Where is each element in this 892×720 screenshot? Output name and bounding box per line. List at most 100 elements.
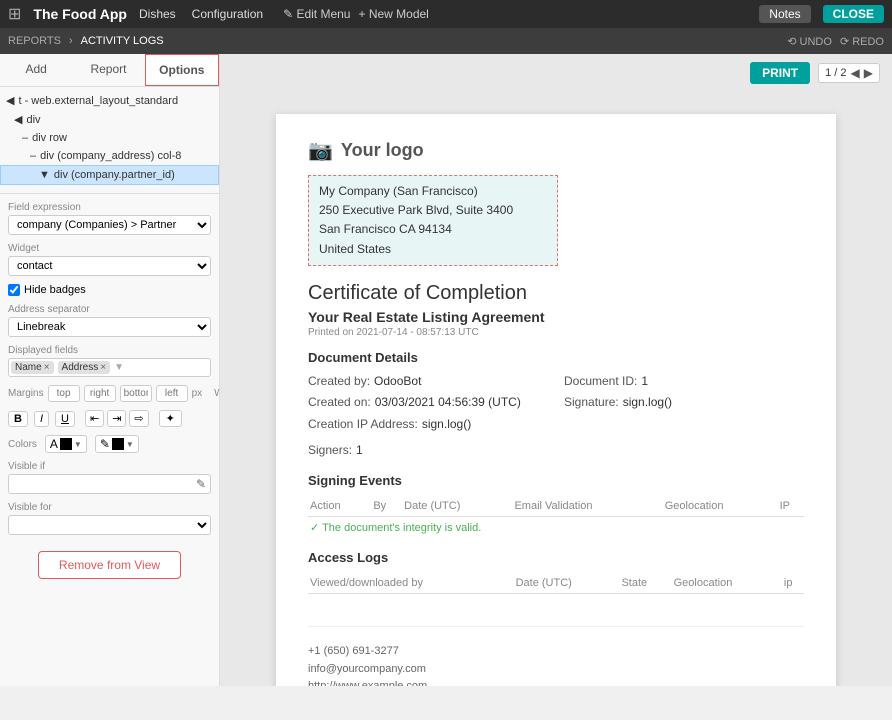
footer-phone: +1 (650) 691-3277 <box>308 643 804 661</box>
breadcrumb: REPORTS › ACTIVITY LOGS <box>8 35 164 47</box>
margin-right[interactable] <box>84 385 116 402</box>
nav-configuration[interactable]: Configuration <box>192 7 263 21</box>
address-separator-row: Address separator Linebreak <box>0 300 219 341</box>
footer-website: http://www.example.com <box>308 678 804 686</box>
align-right-btn[interactable]: ⇨ <box>129 410 148 427</box>
tree-structure: ◀ t - web.external_layout_standard ◀ div… <box>0 87 219 189</box>
remove-from-view-button[interactable]: Remove from View <box>38 551 181 579</box>
displayed-fields-label: Displayed fields <box>8 345 211 356</box>
tree-item-2[interactable]: – div row <box>0 129 219 147</box>
signing-events-title: Signing Events <box>308 473 804 488</box>
hide-badges-checkbox[interactable] <box>8 284 20 296</box>
signers: Signers: 1 <box>308 440 804 462</box>
signature: Signature: sign.log() <box>564 392 804 414</box>
breadcrumb-reports[interactable]: REPORTS <box>8 35 61 47</box>
prev-page-btn[interactable]: ◀ <box>851 66 860 80</box>
edit-icon[interactable]: ✎ <box>196 477 206 491</box>
col-viewed-by: Viewed/downloaded by <box>308 573 514 594</box>
top-right-controls: PRINT 1 / 2 ◀ ▶ <box>750 62 880 84</box>
page-info: 1 / 2 <box>825 67 846 79</box>
access-logs-table: Viewed/downloaded by Date (UTC) State Ge… <box>308 573 804 594</box>
add-field-btn[interactable]: ▼ <box>114 362 124 373</box>
text-color-btn[interactable]: A ▼ <box>45 435 87 453</box>
next-page-btn[interactable]: ▶ <box>864 66 873 80</box>
col-geolocation: Geolocation <box>672 573 782 594</box>
tree-item-1[interactable]: ◀ div <box>0 110 219 129</box>
notes-button[interactable]: Notes <box>759 5 810 23</box>
address-box[interactable]: My Company (San Francisco) 250 Executive… <box>308 175 558 266</box>
align-left-btn[interactable]: ⇤ <box>85 410 104 427</box>
visible-for-select[interactable] <box>8 515 211 535</box>
undo-btn[interactable]: ⟲ UNDO <box>787 35 832 48</box>
signature-label: Signature: <box>564 392 619 414</box>
text-decoration-row: B I U ⇤ ⇥ ⇨ ✦ <box>0 406 219 431</box>
tree-arrow: ◀ <box>6 94 14 107</box>
doc-id-value: 1 <box>641 371 648 393</box>
tag-name-remove[interactable]: × <box>44 362 50 373</box>
document-subtitle: Your Real Estate Listing Agreement <box>308 309 804 325</box>
margin-bottom[interactable] <box>120 385 152 402</box>
access-table-header-row: Viewed/downloaded by Date (UTC) State Ge… <box>308 573 804 594</box>
document-details: Created by: OdooBot Document ID: 1 Creat… <box>308 371 804 461</box>
close-button[interactable]: CLOSE <box>823 5 884 23</box>
tab-add[interactable]: Add <box>0 54 72 86</box>
col-ip-addr: ip <box>782 573 804 594</box>
bold-btn[interactable]: B <box>8 411 28 427</box>
doc-id-label: Document ID: <box>564 371 637 393</box>
visible-if-input[interactable]: ✎ <box>8 474 211 494</box>
logo-text: Your logo <box>341 140 424 161</box>
font-style-btn[interactable]: ✦ <box>159 410 182 427</box>
nav-dishes[interactable]: Dishes <box>139 7 176 21</box>
widget-select[interactable]: contact <box>8 256 211 276</box>
address-line-1: 250 Executive Park Blvd, Suite 3400 <box>319 201 547 220</box>
signing-table-body: ✓ The document's integrity is valid. <box>308 517 804 539</box>
underline-btn[interactable]: U <box>55 411 75 427</box>
redo-btn[interactable]: ⟳ REDO <box>840 35 884 48</box>
text-color-icon: A <box>50 437 58 451</box>
edit-menu-btn[interactable]: ✎ Edit Menu <box>283 7 350 21</box>
colors-row: Colors A ▼ ✎ ▼ <box>0 431 219 457</box>
margin-top[interactable] <box>48 385 80 402</box>
details-section-title: Document Details <box>308 350 804 365</box>
col-email: Email Validation <box>512 496 662 517</box>
field-expression-select[interactable]: company (Companies) > Partner <box>8 215 211 235</box>
print-button[interactable]: PRINT <box>750 62 810 84</box>
text-color-arrow: ▼ <box>74 440 82 449</box>
document-preview: 📷 Your logo My Company (San Francisco) 2… <box>276 114 836 686</box>
col-geo: Geolocation <box>663 496 778 517</box>
margin-left[interactable] <box>156 385 188 402</box>
app-grid-icon[interactable]: ⊞ <box>8 4 21 24</box>
tree-item-3[interactable]: – div (company_address) col-8 <box>0 147 219 165</box>
visible-if-row: Visible if ✎ <box>0 457 219 498</box>
new-model-btn[interactable]: + New Model <box>358 7 428 21</box>
field-expression-label: Field expression <box>8 202 211 213</box>
tree-item-4[interactable]: ▼ div (company.partner_id) <box>0 165 219 185</box>
breadcrumb-activity[interactable]: ACTIVITY LOGS <box>81 35 164 47</box>
tag-name-label: Name <box>15 362 42 373</box>
col-date: Date (UTC) <box>402 496 512 517</box>
tab-report[interactable]: Report <box>72 54 144 86</box>
tab-options[interactable]: Options <box>145 54 219 86</box>
tag-address-remove[interactable]: × <box>100 362 106 373</box>
field-tag-address: Address × <box>58 361 111 374</box>
italic-btn[interactable]: I <box>34 411 49 427</box>
created-by: Created by: OdooBot <box>308 371 548 393</box>
align-center-btn[interactable]: ⇥ <box>107 410 126 427</box>
second-navigation: REPORTS › ACTIVITY LOGS ⟲ UNDO ⟳ REDO <box>0 28 892 54</box>
document-title: Certificate of Completion <box>308 282 804 305</box>
nav-links: Dishes Configuration <box>139 7 263 21</box>
document-printed: Printed on 2021-07-14 - 08:57:13 UTC <box>308 327 804 338</box>
tree-arrow: – <box>22 132 28 144</box>
bg-color-btn[interactable]: ✎ ▼ <box>95 435 139 453</box>
address-line-2: San Francisco CA 94134 <box>319 220 547 239</box>
address-separator-select[interactable]: Linebreak <box>8 317 211 337</box>
document-logo-row: 📷 Your logo <box>308 138 804 163</box>
widget-label: Widget <box>8 243 211 254</box>
bg-color-swatch <box>112 438 124 450</box>
menu-buttons: ✎ Edit Menu + New Model <box>283 7 429 21</box>
signing-events-table: Action By Date (UTC) Email Validation Ge… <box>308 496 804 538</box>
footer-email: info@yourcompany.com <box>308 661 804 679</box>
tree-item-0[interactable]: ◀ t - web.external_layout_standard <box>0 91 219 110</box>
displayed-fields-row: Displayed fields Name × Address × ▼ <box>0 341 219 381</box>
signing-table-header-row: Action By Date (UTC) Email Validation Ge… <box>308 496 804 517</box>
